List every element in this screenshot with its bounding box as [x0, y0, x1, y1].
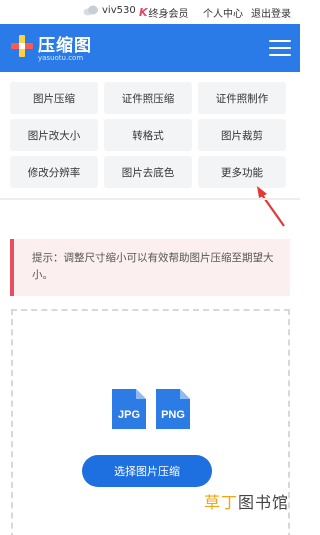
- tip-notice: 提示：调整尺寸缩小可以有效帮助图片压缩至期望大小。: [10, 239, 290, 296]
- select-image-button[interactable]: 选择图片压缩: [82, 455, 212, 487]
- user-info[interactable]: viv530: [83, 5, 136, 16]
- username: viv530: [102, 5, 136, 16]
- watermark-accent: 草丁: [204, 493, 239, 512]
- tool-image-compress[interactable]: 图片压缩: [10, 82, 98, 114]
- tool-convert-format[interactable]: 转格式: [104, 119, 192, 151]
- jpg-label: JPG: [118, 409, 140, 421]
- tip-text: 提示：调整尺寸缩小可以有效帮助图片压缩至期望大小。: [32, 252, 274, 281]
- tool-grid: 图片压缩 证件照压缩 证件照制作 图片改大小 转格式 图片裁剪 修改分辨率 图片…: [0, 72, 300, 188]
- vip-k-icon: K: [139, 6, 148, 19]
- tool-id-photo-make[interactable]: 证件照制作: [198, 82, 286, 114]
- personal-center-link[interactable]: 个人中心: [203, 5, 243, 20]
- tool-remove-background[interactable]: 图片去底色: [104, 156, 192, 188]
- watermark: 草丁图书馆: [204, 489, 289, 513]
- logout-link[interactable]: 退出登录: [251, 5, 291, 20]
- png-label: PNG: [161, 409, 185, 421]
- site-header: 压缩图 yasuotu.com: [0, 24, 300, 72]
- site-brand[interactable]: 压缩图: [38, 31, 92, 56]
- logo-icon[interactable]: [10, 34, 34, 58]
- cloud-avatar-icon: [83, 5, 98, 16]
- vip-label: 终身会员: [148, 9, 189, 20]
- hamburger-menu-icon[interactable]: [269, 40, 291, 56]
- vip-badge[interactable]: K 终身会员: [139, 5, 189, 20]
- jpg-file-icon: JPG: [112, 389, 146, 429]
- site-domain: yasuotu.com: [38, 54, 84, 62]
- section-divider: [0, 198, 300, 200]
- tool-id-photo-compress[interactable]: 证件照压缩: [104, 82, 192, 114]
- png-file-icon: PNG: [156, 389, 190, 429]
- tool-change-resolution[interactable]: 修改分辨率: [10, 156, 98, 188]
- file-type-icons: JPG PNG: [112, 389, 190, 429]
- tool-resize-image[interactable]: 图片改大小: [10, 119, 98, 151]
- annotation-arrow-icon: [257, 186, 285, 227]
- top-utility-bar: viv530 K 终身会员 个人中心 退出登录: [0, 0, 300, 24]
- watermark-rest: 图书馆: [238, 493, 290, 512]
- tool-crop-image[interactable]: 图片裁剪: [198, 119, 286, 151]
